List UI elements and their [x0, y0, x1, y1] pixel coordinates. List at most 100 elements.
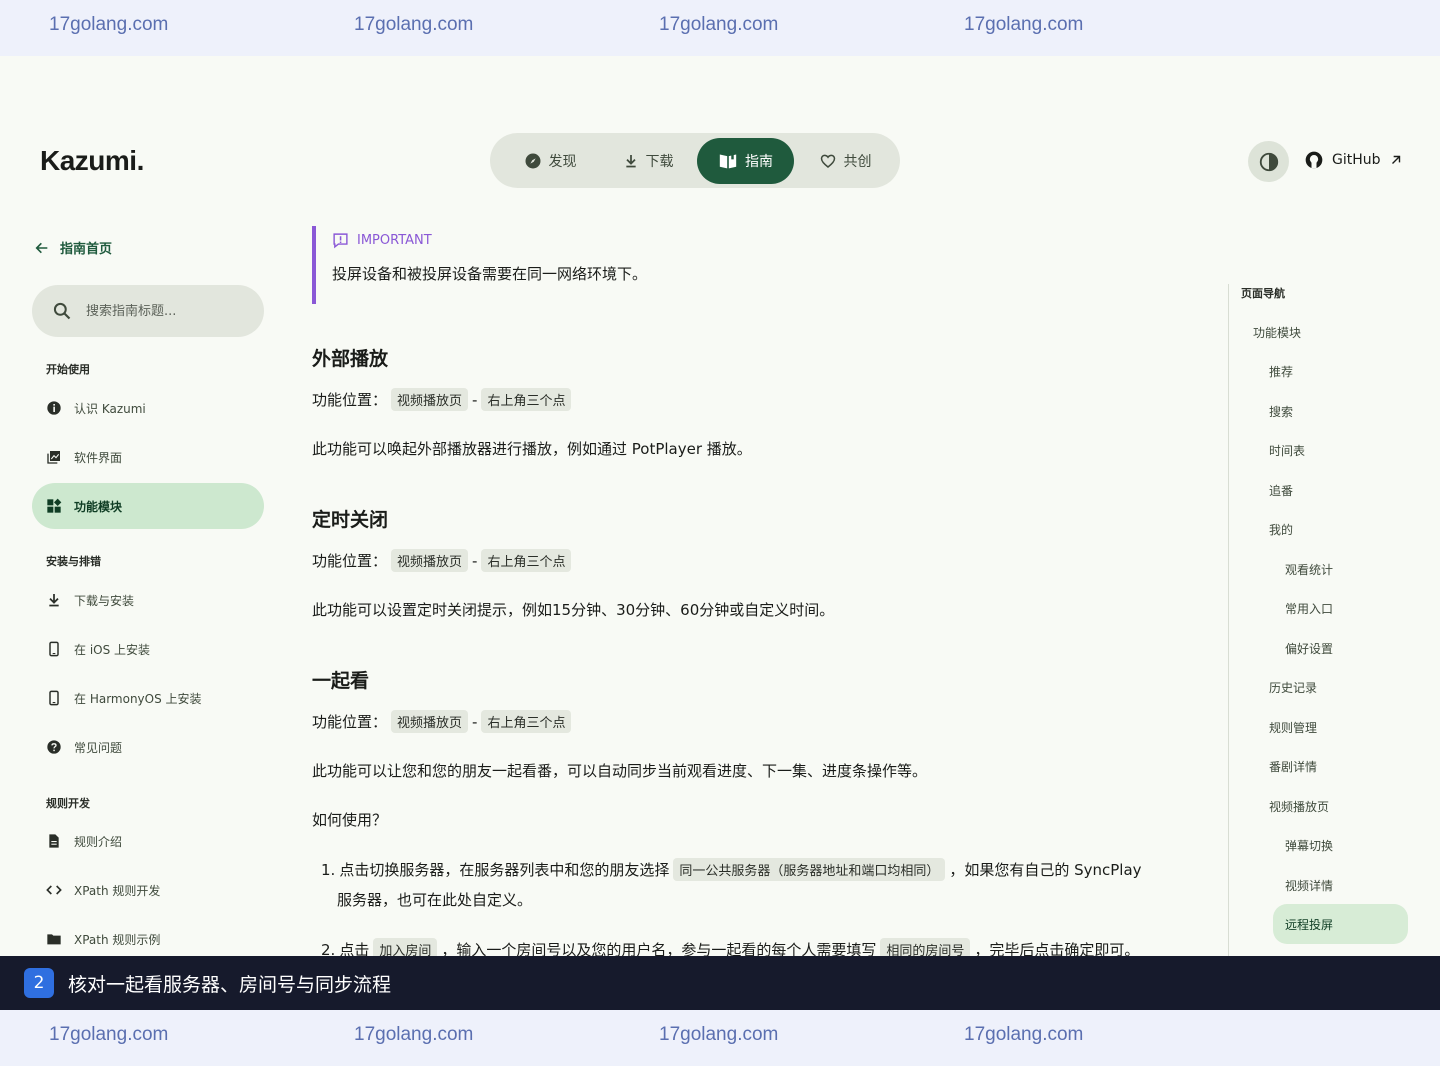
sidebar-item-interface[interactable]: 软件界面 [32, 434, 264, 480]
callout-text: 投屏设备和被投屏设备需要在同一网络环境下。 [332, 265, 648, 283]
toc-item[interactable]: 规则管理 [1269, 707, 1317, 747]
step-banner: 2 核对一起看服务器、房间号与同步流程 [0, 956, 1440, 1010]
nav-item-download[interactable]: 下载 [600, 138, 696, 184]
feature-description: 此功能可以设置定时关闭提示，例如15分钟、30分钟、60分钟或自定义时间。 [312, 601, 835, 619]
sidebar-item-label: XPath 规则示例 [74, 932, 161, 947]
nav-item-label: 共创 [843, 154, 872, 170]
info-icon [47, 401, 61, 415]
toc-item[interactable]: 搜索 [1269, 391, 1293, 431]
toc-item[interactable]: 视频详情 [1285, 865, 1333, 905]
step-banner-text: 核对一起看服务器、房间号与同步流程 [68, 973, 392, 996]
download-icon [49, 594, 59, 607]
list-item-continuation: 服务器，也可在此处自定义。 [337, 891, 533, 909]
sidebar-item-label: 功能模块 [74, 499, 123, 514]
search-icon [53, 302, 71, 320]
toc-rail [1228, 284, 1229, 956]
nav-item-label: 下载 [645, 154, 674, 170]
watermark-text: 17golang.com [659, 1024, 779, 1045]
toc-item[interactable]: 追番 [1269, 470, 1293, 510]
important-callout: IMPORTANT 投屏设备和被投屏设备需要在同一网络环境下。 [312, 226, 712, 304]
toc-item[interactable]: 观看统计 [1285, 549, 1333, 589]
toc-item[interactable]: 我的 [1269, 509, 1293, 549]
section-heading: 定时关闭 [312, 509, 389, 531]
contrast-icon [1259, 152, 1278, 171]
github-icon [1305, 151, 1323, 169]
toc-item-active[interactable]: 远程投屏 [1273, 904, 1408, 944]
sidebar-item-rules-intro[interactable]: 规则介绍 [32, 818, 264, 864]
arrow-left-icon [35, 242, 48, 253]
toc-item[interactable]: 时间表 [1269, 430, 1305, 470]
sidebar-section-title: 开始使用 [46, 363, 90, 376]
nav-item-cocreate[interactable]: 共创 [797, 138, 893, 184]
inline-code: 相同的房间号 [880, 938, 971, 956]
sidebar-item-about[interactable]: 认识 Kazumi [32, 385, 264, 431]
sidebar-section-title: 安装与排错 [46, 555, 101, 568]
nav-item-label: 指南 [745, 154, 773, 170]
howto-label: 如何使用？ [312, 811, 388, 829]
toc-item[interactable]: 功能模块 [1253, 312, 1301, 352]
code-icon [46, 885, 62, 895]
download-icon [625, 155, 636, 168]
inline-code: 视频播放页 [391, 549, 469, 572]
help-icon [47, 740, 61, 754]
image-icon [47, 451, 60, 464]
toc-item[interactable]: 偏好设置 [1285, 628, 1333, 668]
sidebar-item-label: 认识 Kazumi [74, 401, 146, 416]
guide-search-box[interactable] [32, 285, 264, 337]
watermark-text: 17golang.com [354, 1024, 474, 1045]
watermark-text: 17golang.com [354, 14, 474, 35]
heart-icon [820, 154, 835, 168]
feature-location: 功能位置： 视频播放页 - 右上角三个点 [312, 388, 575, 411]
back-label: 指南首页 [60, 242, 113, 257]
sidebar-item-harmonyos-install[interactable]: 在 HarmonyOS 上安装 [32, 675, 264, 721]
nav-item-label: 发现 [548, 154, 577, 170]
nav-item-guide[interactable]: 指南 [697, 138, 794, 184]
watermark-text: 17golang.com [964, 14, 1084, 35]
phone-icon [49, 690, 59, 706]
widgets-icon [47, 498, 62, 513]
sidebar-item-label: 规则介绍 [74, 834, 123, 849]
sidebar-item-label: 在 iOS 上安装 [74, 642, 151, 657]
theme-toggle-button[interactable] [1248, 141, 1289, 182]
list-item: 2. 点击 加入房间 ，输入一个房间号以及您的用户名，参与一起看的每个人需要填写… [321, 938, 1139, 956]
sidebar-item-xpath-dev[interactable]: XPath 规则开发 [32, 867, 264, 913]
toc-item[interactable]: 视频播放页 [1269, 786, 1329, 826]
nav-item-discover[interactable]: 发现 [502, 138, 598, 184]
toc-item[interactable]: 常用入口 [1285, 588, 1333, 628]
sidebar-item-label: 常见问题 [74, 740, 123, 755]
section-heading: 一起看 [312, 670, 370, 692]
watermark-text: 17golang.com [964, 1024, 1084, 1045]
toc-title: 页面导航 [1241, 287, 1285, 300]
site-logo[interactable]: Kazumi. [40, 145, 144, 177]
sidebar-item-faq[interactable]: 常见问题 [32, 724, 264, 770]
sidebar-item-label: 软件界面 [74, 450, 123, 465]
sidebar-item-features[interactable]: 功能模块 [32, 483, 264, 529]
book-icon [719, 152, 737, 169]
external-link-icon [1391, 155, 1400, 164]
sidebar-section-title: 规则开发 [46, 797, 90, 810]
sidebar-item-label: XPath 规则开发 [74, 883, 161, 898]
toc-item[interactable]: 历史记录 [1269, 667, 1317, 707]
inline-code: 视频播放页 [391, 710, 469, 733]
feature-description: 此功能可以唤起外部播放器进行播放，例如通过 PotPlayer 播放。 [312, 440, 752, 458]
watermark-text: 17golang.com [659, 14, 779, 35]
back-to-guide-home[interactable]: 指南首页 [34, 238, 112, 257]
watermark-band-top: 17golang.com 17golang.com 17golang.com 1… [0, 0, 1440, 56]
search-input[interactable] [86, 303, 256, 319]
comment-alert-icon [333, 233, 348, 249]
top-navigation: 发现 下载 指南 共创 [490, 133, 900, 188]
sidebar-item-download-install[interactable]: 下载与安装 [32, 577, 264, 623]
watermark-text: 17golang.com [49, 14, 169, 35]
toc-item[interactable]: 推荐 [1269, 351, 1293, 391]
inline-code: 同一公共服务器（服务器地址和端口均相同） [673, 858, 946, 881]
list-item: 1. 点击切换服务器，在服务器列表中和您的朋友选择 同一公共服务器（服务器地址和… [321, 858, 1142, 881]
inline-code: 加入房间 [373, 938, 438, 956]
folder-icon [47, 934, 61, 945]
github-label: GitHub [1332, 152, 1381, 168]
feature-description: 此功能可以让您和您的朋友一起看番，可以自动同步当前观看进度、下一集、进度条操作等… [312, 762, 928, 780]
github-link[interactable]: GitHub [1304, 150, 1403, 170]
toc-item[interactable]: 弹幕切换 [1285, 825, 1333, 865]
toc-item[interactable]: 番剧详情 [1269, 746, 1317, 786]
watermark-text: 17golang.com [49, 1024, 169, 1045]
sidebar-item-ios-install[interactable]: 在 iOS 上安装 [32, 626, 264, 672]
